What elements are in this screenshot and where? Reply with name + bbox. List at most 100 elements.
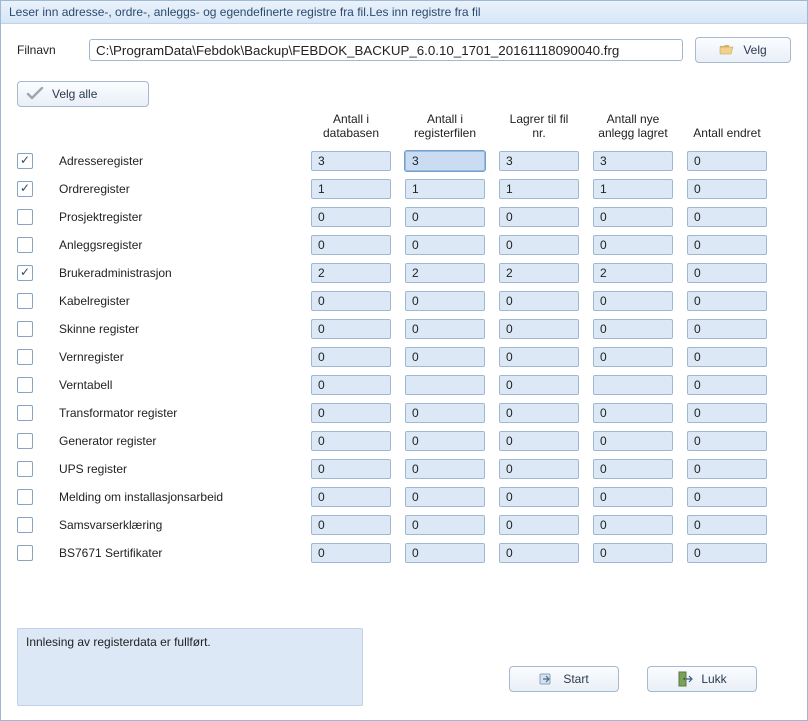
value-cell[interactable]: 2	[593, 263, 673, 283]
row-label: Skinne register	[59, 322, 297, 336]
value-cell[interactable]: 2	[405, 263, 485, 283]
value-cell[interactable]: 0	[311, 403, 391, 423]
value-cell[interactable]: 0	[687, 151, 767, 171]
row-checkbox[interactable]	[17, 489, 33, 505]
value-cell[interactable]: 0	[593, 291, 673, 311]
value-cell[interactable]: 0	[499, 459, 579, 479]
value-cell[interactable]: 0	[405, 543, 485, 563]
value-cell[interactable]: 0	[593, 347, 673, 367]
value-cell[interactable]: 3	[405, 151, 485, 171]
row-checkbox[interactable]	[17, 237, 33, 253]
file-path-input[interactable]	[89, 39, 683, 61]
row-checkbox[interactable]	[17, 265, 33, 281]
value-cell[interactable]: 0	[687, 179, 767, 199]
value-cell[interactable]: 3	[593, 151, 673, 171]
value-cell[interactable]: 0	[405, 207, 485, 227]
value-cell[interactable]: 0	[687, 291, 767, 311]
row-checkbox[interactable]	[17, 349, 33, 365]
value-cell[interactable]: 2	[311, 263, 391, 283]
header-file-count: Antall i registerfilen	[405, 113, 485, 141]
value-cell[interactable]: 3	[311, 151, 391, 171]
value-cell[interactable]: 0	[499, 347, 579, 367]
value-cell[interactable]: 0	[405, 403, 485, 423]
value-cell[interactable]: 0	[593, 403, 673, 423]
value-cell[interactable]: 0	[311, 207, 391, 227]
row-checkbox[interactable]	[17, 433, 33, 449]
value-cell[interactable]: 0	[405, 431, 485, 451]
value-cell[interactable]: 0	[405, 487, 485, 507]
row-checkbox[interactable]	[17, 209, 33, 225]
row-checkbox[interactable]	[17, 461, 33, 477]
value-cell[interactable]: 0	[311, 487, 391, 507]
value-cell[interactable]: 0	[499, 235, 579, 255]
value-cell[interactable]: 0	[499, 291, 579, 311]
value-cell[interactable]: 0	[311, 291, 391, 311]
value-cell[interactable]: 0	[687, 375, 767, 395]
value-cell[interactable]: 0	[593, 459, 673, 479]
value-cell[interactable]: 0	[593, 515, 673, 535]
value-cell[interactable]: 1	[311, 179, 391, 199]
value-cell[interactable]: 0	[405, 459, 485, 479]
value-cell[interactable]: 0	[593, 319, 673, 339]
close-button[interactable]: Lukk	[647, 666, 757, 692]
row-checkbox[interactable]	[17, 153, 33, 169]
value-cell[interactable]: 0	[593, 487, 673, 507]
value-cell[interactable]: 0	[687, 235, 767, 255]
value-cell[interactable]: 0	[311, 431, 391, 451]
value-cell[interactable]: 0	[499, 543, 579, 563]
value-cell[interactable]: 0	[499, 375, 579, 395]
value-cell[interactable]: 3	[499, 151, 579, 171]
row-checkbox[interactable]	[17, 517, 33, 533]
value-cell[interactable]: 0	[311, 543, 391, 563]
row-checkbox[interactable]	[17, 545, 33, 561]
row-label: Generator register	[59, 434, 297, 448]
value-cell[interactable]: 0	[499, 403, 579, 423]
value-cell[interactable]	[593, 375, 673, 395]
value-cell[interactable]: 0	[499, 207, 579, 227]
dialog-window: Leser inn adresse-, ordre-, anleggs- og …	[0, 0, 808, 721]
value-cell[interactable]: 0	[311, 459, 391, 479]
select-all-button[interactable]: Velg alle	[17, 81, 149, 107]
row-checkbox[interactable]	[17, 321, 33, 337]
row-checkbox[interactable]	[17, 293, 33, 309]
value-cell[interactable]: 0	[593, 235, 673, 255]
row-checkbox[interactable]	[17, 181, 33, 197]
value-cell[interactable]: 0	[311, 235, 391, 255]
value-cell[interactable]: 0	[687, 207, 767, 227]
value-cell[interactable]: 0	[499, 431, 579, 451]
value-cell[interactable]: 0	[405, 235, 485, 255]
value-cell[interactable]	[405, 375, 485, 395]
value-cell[interactable]: 0	[687, 487, 767, 507]
value-cell[interactable]: 0	[687, 263, 767, 283]
value-cell[interactable]: 0	[405, 291, 485, 311]
value-cell[interactable]: 0	[687, 515, 767, 535]
value-cell[interactable]: 0	[687, 347, 767, 367]
value-cell[interactable]: 0	[593, 543, 673, 563]
value-cell[interactable]: 0	[405, 347, 485, 367]
value-cell[interactable]: 1	[405, 179, 485, 199]
browse-button[interactable]: Velg	[695, 37, 791, 63]
value-cell[interactable]: 0	[687, 543, 767, 563]
value-cell[interactable]: 0	[499, 515, 579, 535]
value-cell[interactable]: 1	[499, 179, 579, 199]
value-cell[interactable]: 0	[311, 347, 391, 367]
value-cell[interactable]: 0	[499, 487, 579, 507]
value-cell[interactable]: 0	[593, 207, 673, 227]
value-cell[interactable]: 0	[311, 375, 391, 395]
value-cell[interactable]: 0	[593, 431, 673, 451]
row-label: Anleggsregister	[59, 238, 297, 252]
row-checkbox[interactable]	[17, 377, 33, 393]
value-cell[interactable]: 0	[311, 319, 391, 339]
value-cell[interactable]: 1	[593, 179, 673, 199]
value-cell[interactable]: 0	[687, 459, 767, 479]
value-cell[interactable]: 0	[499, 319, 579, 339]
row-checkbox[interactable]	[17, 405, 33, 421]
value-cell[interactable]: 0	[687, 431, 767, 451]
value-cell[interactable]: 0	[687, 319, 767, 339]
value-cell[interactable]: 0	[687, 403, 767, 423]
value-cell[interactable]: 2	[499, 263, 579, 283]
value-cell[interactable]: 0	[311, 515, 391, 535]
value-cell[interactable]: 0	[405, 319, 485, 339]
start-button[interactable]: Start	[509, 666, 619, 692]
value-cell[interactable]: 0	[405, 515, 485, 535]
